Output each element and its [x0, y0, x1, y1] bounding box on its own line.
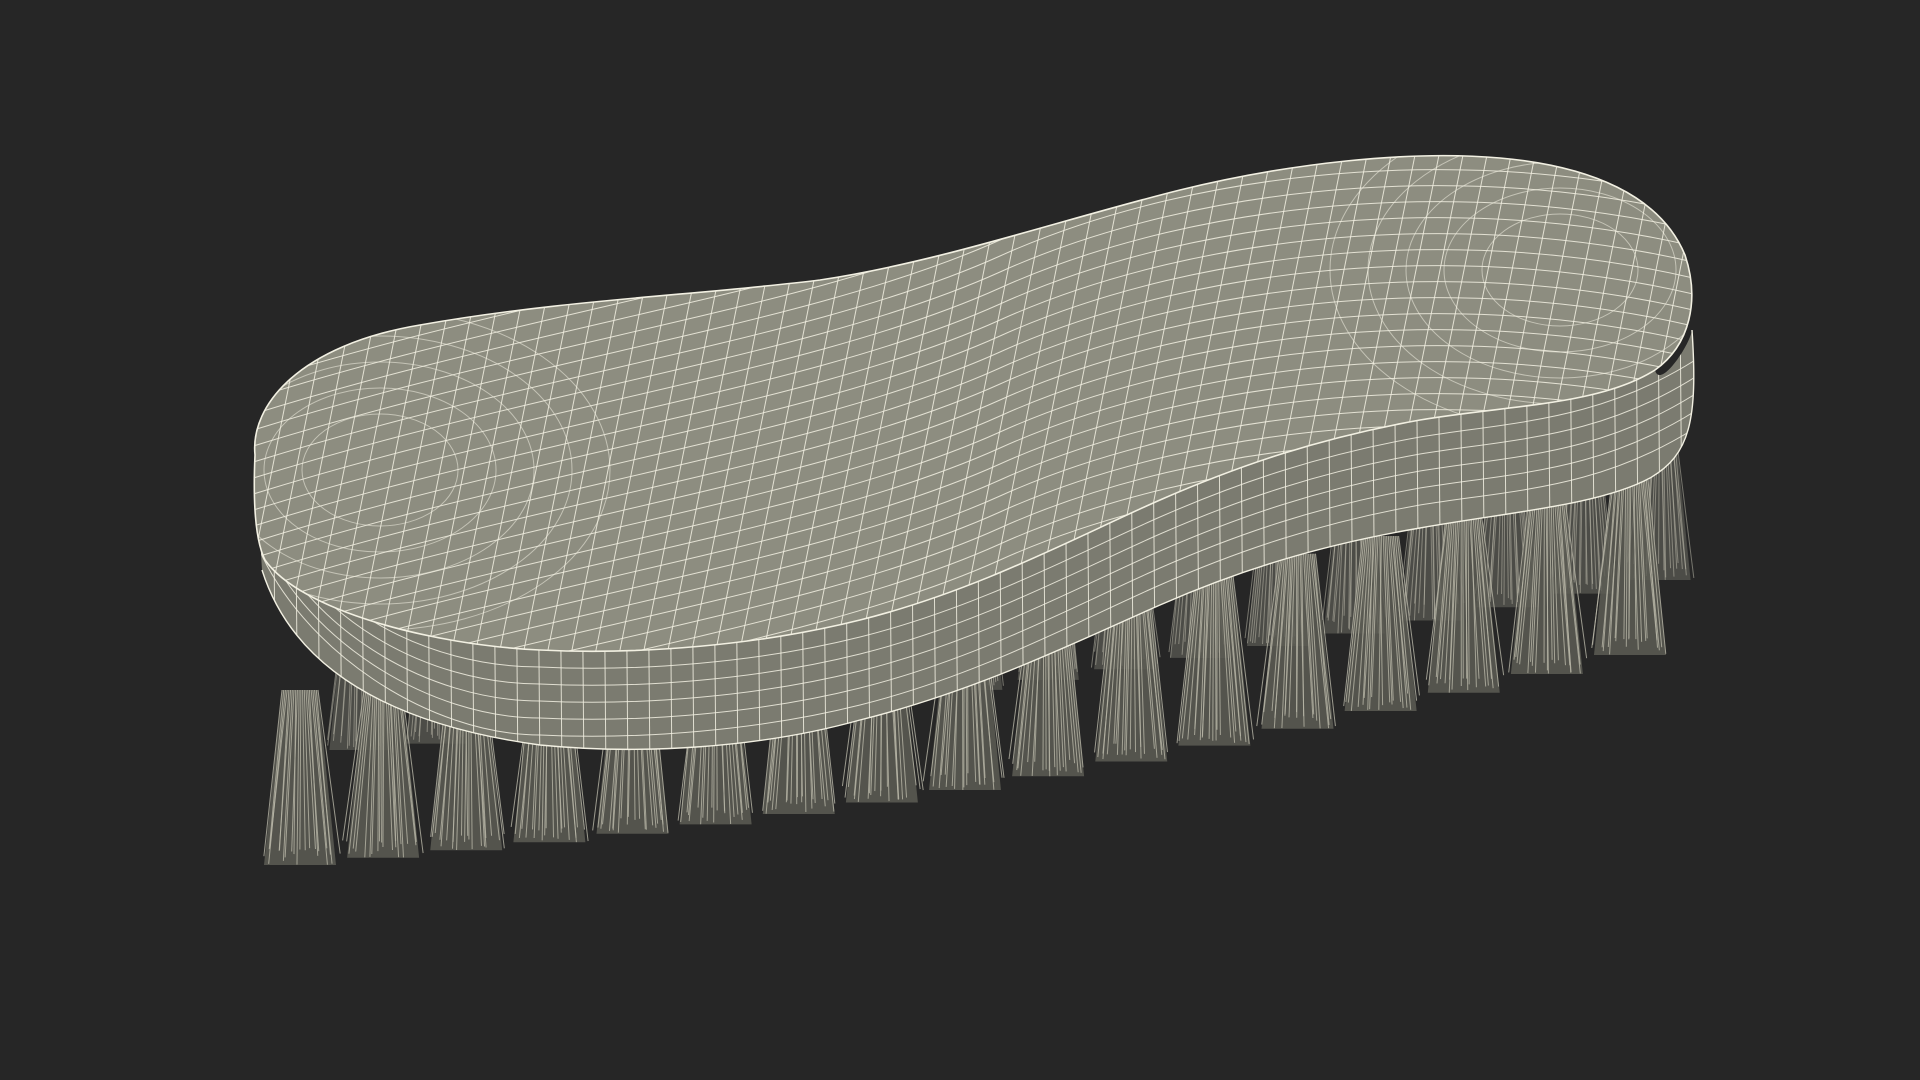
brush-scene — [0, 0, 1920, 1080]
render-viewport — [0, 0, 1920, 1080]
bristle-strand — [381, 682, 383, 843]
